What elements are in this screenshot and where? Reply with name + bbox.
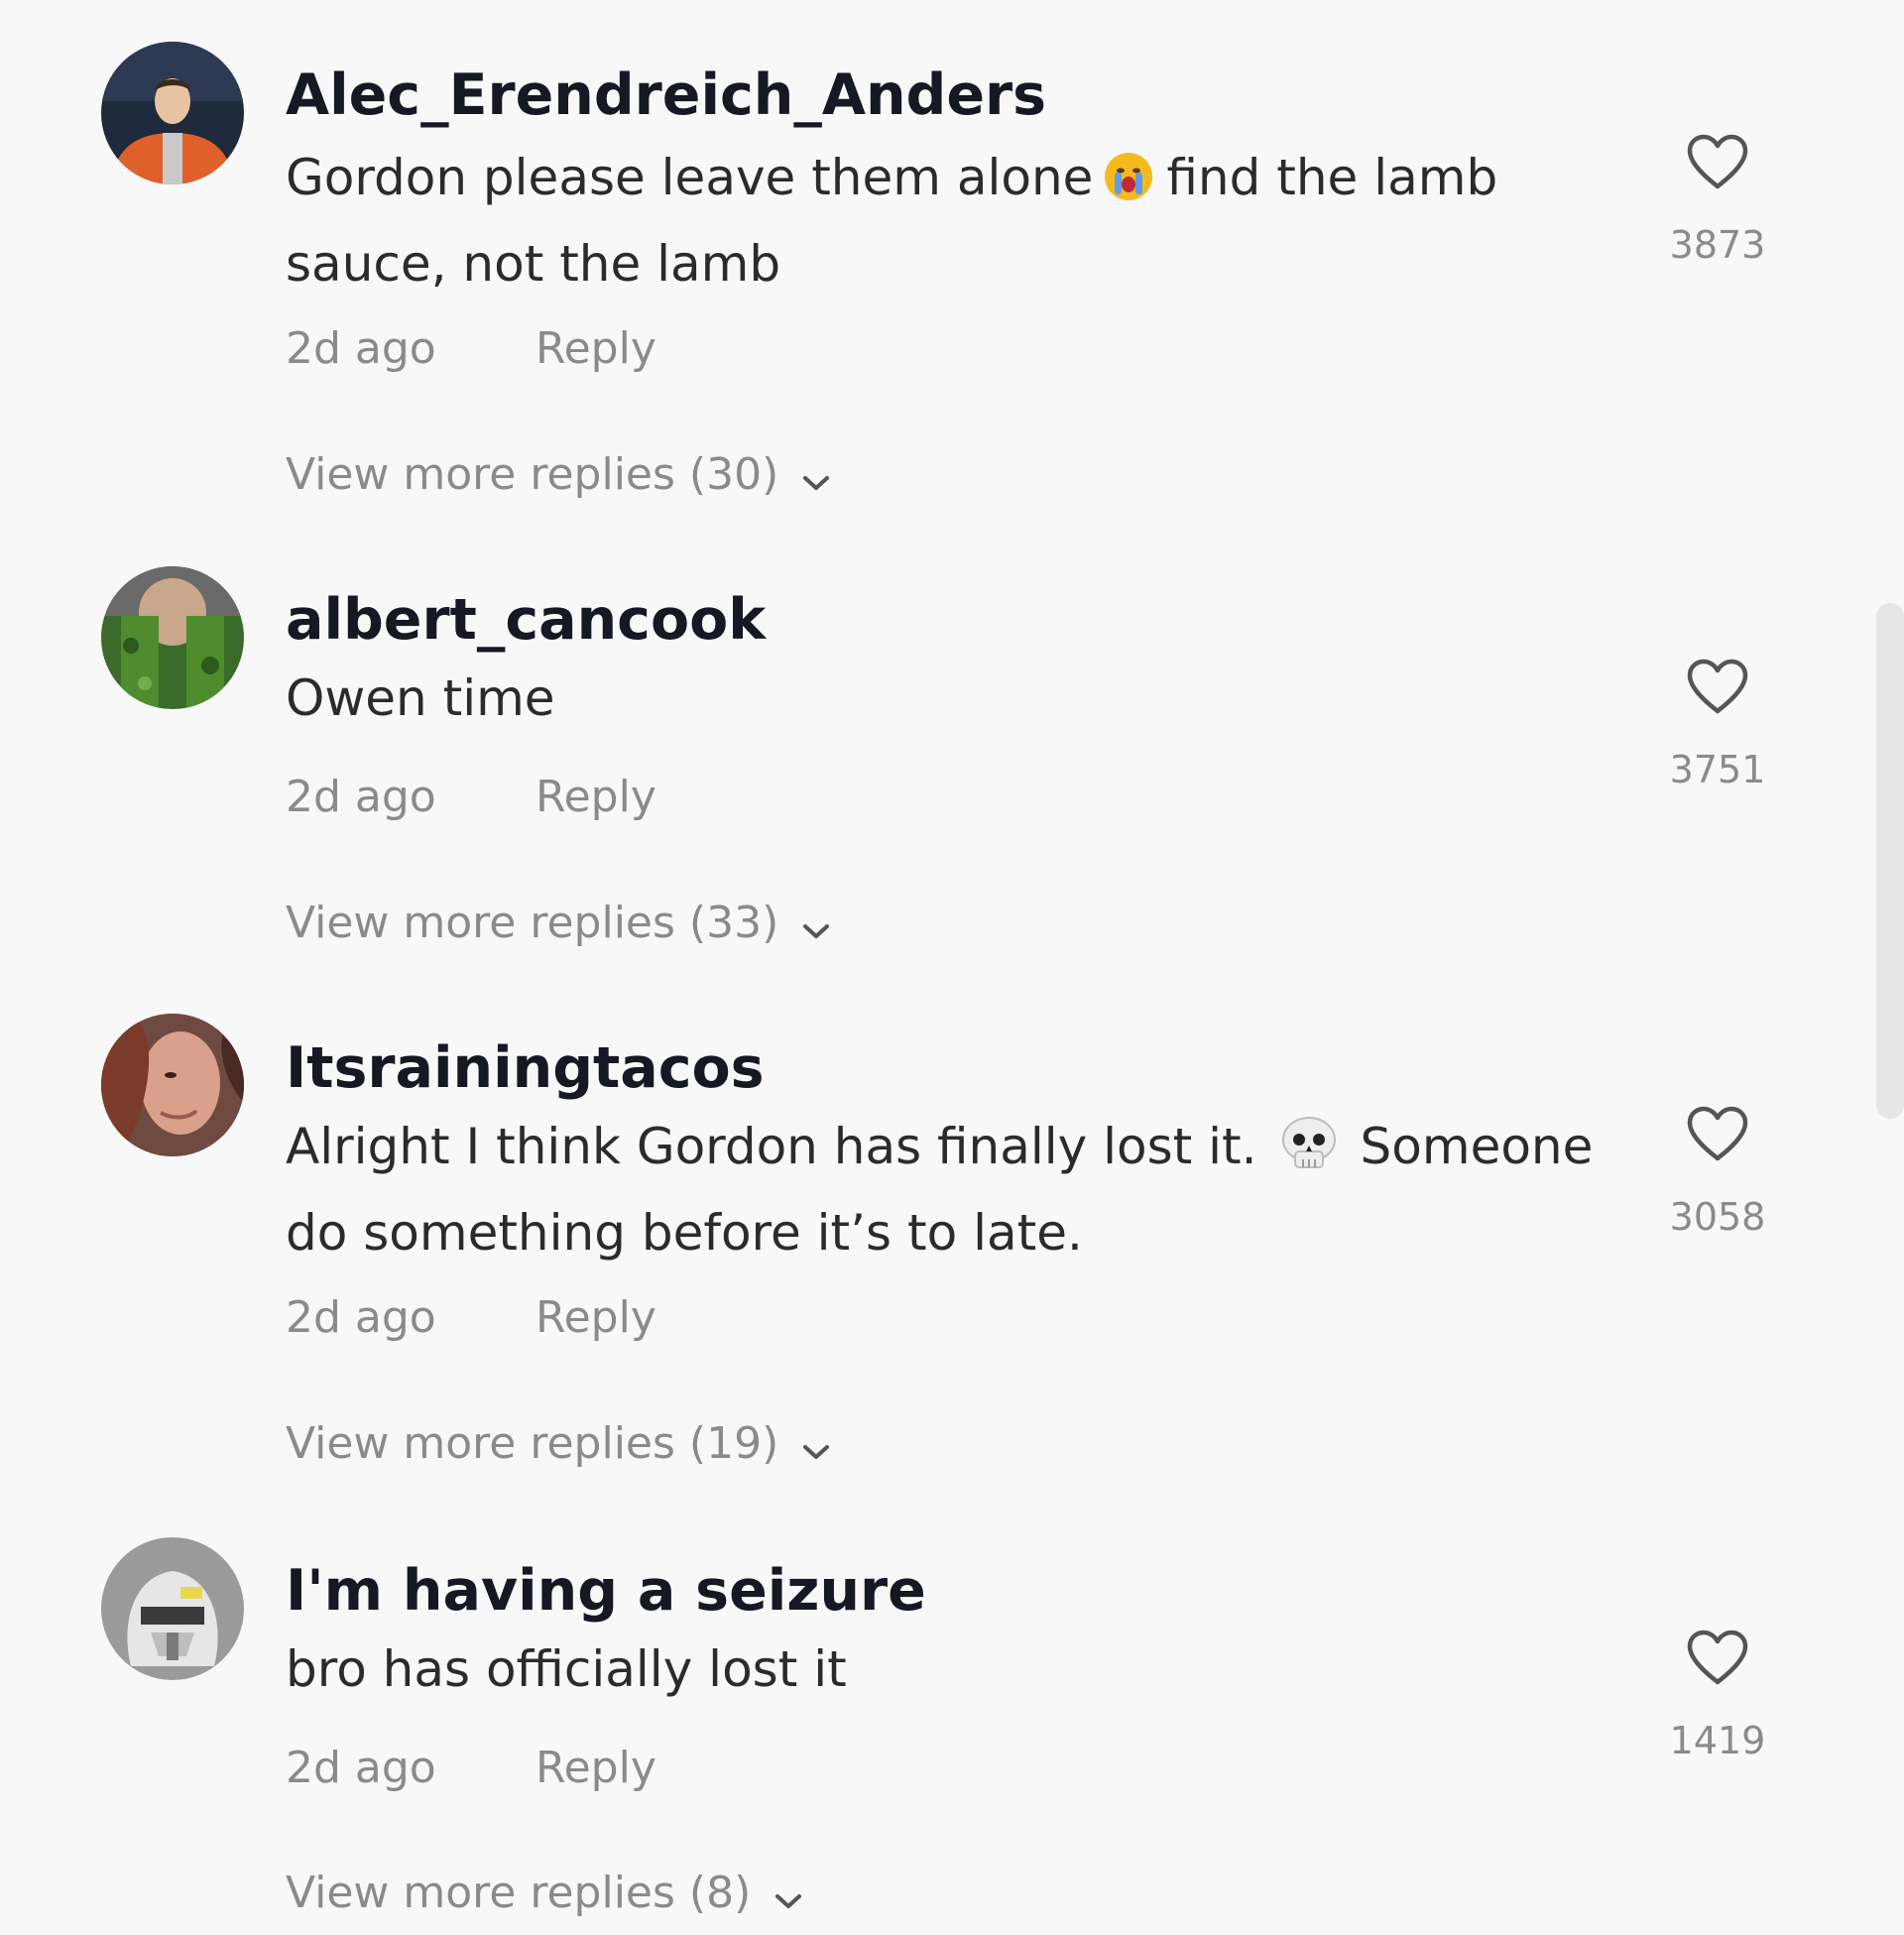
heart-outline-icon <box>1687 1106 1748 1161</box>
comment-item: I'm having a seizure bro has officially … <box>0 1527 1864 1935</box>
chevron-down-icon <box>800 457 832 501</box>
skull-emoji-icon <box>1279 1116 1339 1194</box>
comment-username[interactable]: Itsrainingtacos <box>286 1040 765 1097</box>
comment-timestamp: 2d ago <box>286 1292 436 1343</box>
scrollbar-thumb[interactable] <box>1876 603 1904 1119</box>
view-more-replies-label: View more replies (19) <box>286 1418 779 1469</box>
like-button[interactable] <box>1686 133 1749 190</box>
comment-username[interactable]: I'm having a seizure <box>286 1563 926 1620</box>
view-more-replies-label: View more replies (33) <box>286 898 779 948</box>
like-count: 3873 <box>1669 223 1766 267</box>
reply-button[interactable]: Reply <box>536 1296 656 1340</box>
avatar[interactable] <box>101 566 244 709</box>
view-more-replies-label: View more replies (8) <box>286 1868 752 1918</box>
comment-username[interactable]: albert_cancook <box>286 592 766 649</box>
comment-text-part: Gordon please leave them alone <box>286 149 1094 206</box>
heart-outline-icon <box>1687 1630 1748 1685</box>
loudly-crying-face-emoji-icon <box>1103 147 1154 225</box>
reply-button[interactable]: Reply <box>536 327 656 371</box>
comment-item: Alec_Erendreich_Anders Gordon please lea… <box>0 0 1864 526</box>
comment-text: Owen time <box>286 660 1605 738</box>
heart-outline-icon <box>1687 659 1748 714</box>
reply-button[interactable]: Reply <box>536 1747 656 1790</box>
comment-text-part: Alright I think Gordon has finally lost … <box>286 1118 1257 1175</box>
chevron-down-icon <box>800 1426 832 1470</box>
like-button[interactable] <box>1686 1629 1749 1686</box>
comment-meta: 2d ago Reply <box>286 1296 656 1340</box>
like-button[interactable] <box>1686 1105 1749 1162</box>
comment-username[interactable]: Alec_Erendreich_Anders <box>286 67 1046 124</box>
comment-item: albert_cancook Owen time 2d ago Reply Vi… <box>0 555 1864 1022</box>
avatar-image <box>101 42 244 184</box>
chevron-down-icon <box>800 906 832 949</box>
reply-button[interactable]: Reply <box>536 776 656 819</box>
heart-outline-icon <box>1687 134 1748 189</box>
avatar[interactable] <box>101 1537 244 1680</box>
like-button[interactable] <box>1686 658 1749 715</box>
comment-item: Itsrainingtacos Alright I think Gordon h… <box>0 1002 1864 1517</box>
comment-meta: 2d ago Reply <box>286 776 656 819</box>
comment-timestamp: 2d ago <box>286 772 436 822</box>
avatar-image <box>101 1537 244 1680</box>
avatar[interactable] <box>101 42 244 184</box>
like-count: 1419 <box>1669 1719 1766 1762</box>
comment-text: Alright I think Gordon has finally lost … <box>286 1108 1605 1272</box>
view-more-replies-button[interactable]: View more replies (33) <box>286 902 832 949</box>
view-more-replies-button[interactable]: View more replies (8) <box>286 1872 804 1919</box>
chevron-down-icon <box>773 1875 804 1919</box>
avatar-image <box>101 566 244 709</box>
comment-timestamp: 2d ago <box>286 323 436 374</box>
like-count: 3058 <box>1669 1195 1766 1239</box>
comment-meta: 2d ago Reply <box>286 327 656 371</box>
view-more-replies-button[interactable]: View more replies (19) <box>286 1422 832 1470</box>
comment-text: bro has officially lost it <box>286 1631 1605 1709</box>
comment-text-content: bro has officially lost it <box>286 1640 847 1698</box>
comment-text-content: Owen time <box>286 669 555 727</box>
like-count: 3751 <box>1669 748 1766 791</box>
avatar-image <box>101 1014 244 1156</box>
comment-meta: 2d ago Reply <box>286 1747 656 1790</box>
avatar[interactable] <box>101 1014 244 1156</box>
view-more-replies-button[interactable]: View more replies (30) <box>286 453 832 501</box>
view-more-replies-label: View more replies (30) <box>286 449 779 500</box>
comment-timestamp: 2d ago <box>286 1743 436 1793</box>
comment-text: Gordon please leave them alone find the l… <box>286 139 1605 303</box>
